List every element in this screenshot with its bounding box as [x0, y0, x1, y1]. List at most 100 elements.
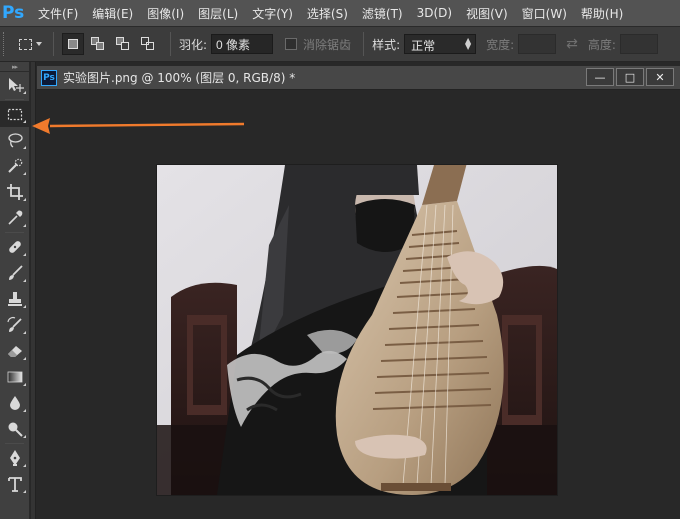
- clone-stamp-tool[interactable]: [0, 286, 30, 312]
- pen-tool[interactable]: [0, 445, 30, 471]
- swap-arrows-icon[interactable]: ⇄: [566, 36, 578, 52]
- photo-illustration: [157, 165, 557, 495]
- subtract-from-selection-button[interactable]: [112, 33, 134, 55]
- maximize-button[interactable]: □: [616, 68, 644, 86]
- canvas-area[interactable]: [37, 91, 680, 519]
- window-controls: — □ ✕: [584, 68, 674, 86]
- lasso-tool[interactable]: [0, 127, 30, 153]
- menu-filter[interactable]: 滤镜(T): [362, 5, 403, 22]
- style-label: 样式:: [372, 37, 401, 52]
- intersect-selection-icon: [141, 37, 155, 51]
- style-select-value: 正常: [411, 39, 436, 53]
- width-label: 宽度:: [486, 37, 515, 52]
- tool-group-indicator: [23, 490, 26, 493]
- divider: [5, 443, 24, 444]
- tool-group-indicator: [23, 435, 26, 438]
- move-icon: [9, 78, 24, 92]
- history-brush-tool[interactable]: [0, 312, 30, 338]
- ps-document-icon: Ps: [41, 69, 57, 86]
- eyedropper-icon: [8, 210, 23, 225]
- tool-group-indicator: [23, 464, 26, 467]
- annotation-arrow: [32, 118, 245, 134]
- tools-collapse-handle[interactable]: ▸▸: [0, 62, 29, 72]
- menu-select[interactable]: 选择(S): [307, 5, 348, 22]
- intersect-selection-button[interactable]: [137, 33, 159, 55]
- tool-group-indicator: [23, 120, 26, 123]
- eyedropper-tool[interactable]: [0, 205, 30, 231]
- rectangular-marquee-icon: [7, 108, 23, 121]
- menu-edit[interactable]: 编辑(E): [92, 5, 133, 22]
- height-input[interactable]: [619, 34, 658, 54]
- new-selection-button[interactable]: [62, 33, 84, 55]
- menu-window[interactable]: 窗口(W): [522, 5, 567, 22]
- width-input[interactable]: [518, 34, 557, 54]
- tool-group-indicator: [23, 383, 26, 386]
- menu-help[interactable]: 帮助(H): [581, 5, 623, 22]
- tool-group-indicator: [23, 357, 26, 360]
- document-tab[interactable]: Ps 实验图片.png @ 100% (图层 0, RGB/8) * — □ ✕: [37, 66, 680, 90]
- tool-group-indicator: [23, 279, 26, 282]
- tools-panel: ▸▸: [0, 62, 30, 519]
- add-to-selection-button[interactable]: [87, 33, 109, 55]
- options-bar: 羽化: 消除锯齿 样式: 正常 ▲▼ 宽度: ⇄ 高度:: [0, 26, 680, 62]
- divider: [5, 232, 24, 233]
- eraser-icon: [8, 346, 22, 357]
- lasso-icon: [8, 133, 23, 148]
- brush-tool[interactable]: [0, 260, 30, 286]
- menu-bar: Ps 文件(F) 编辑(E) 图像(I) 图层(L) 文字(Y) 选择(S) 滤…: [0, 0, 680, 26]
- bandage-icon: [9, 241, 21, 253]
- tool-preset-picker[interactable]: [15, 33, 45, 55]
- feather-label: 羽化:: [179, 37, 208, 52]
- menu-3d[interactable]: 3D(D): [417, 6, 452, 20]
- menu-view[interactable]: 视图(V): [466, 5, 508, 22]
- up-down-arrows-icon: ▲ ▼: [464, 36, 472, 51]
- antialias-label: 消除锯齿: [303, 37, 352, 52]
- tool-group-indicator: [23, 91, 26, 94]
- quick-selection-tool[interactable]: [0, 153, 30, 179]
- gradient-tool[interactable]: [0, 364, 30, 390]
- type-icon: [8, 477, 22, 492]
- menu-layer[interactable]: 图层(L): [198, 5, 238, 22]
- divider: [53, 32, 54, 56]
- style-select[interactable]: 正常 ▲ ▼: [404, 34, 477, 54]
- dodge-tool[interactable]: [0, 416, 30, 442]
- menu-image[interactable]: 图像(I): [147, 5, 184, 22]
- pen-nib-icon: [10, 450, 20, 466]
- antialias-checkbox[interactable]: [285, 38, 298, 50]
- stamp-icon: [8, 292, 22, 306]
- tool-group-indicator: [23, 172, 26, 175]
- minimize-button[interactable]: —: [586, 68, 614, 86]
- new-selection-icon: [68, 39, 78, 49]
- blur-tool[interactable]: [0, 390, 30, 416]
- eraser-tool[interactable]: [0, 338, 30, 364]
- menu-type[interactable]: 文字(Y): [252, 5, 293, 22]
- healing-brush-tool[interactable]: [0, 234, 30, 260]
- brush-icon: [9, 265, 23, 280]
- document-image[interactable]: [157, 165, 557, 495]
- menu-file[interactable]: 文件(F): [38, 5, 78, 22]
- history-brush-icon: [7, 316, 22, 332]
- marquee-preset-icon: [18, 38, 32, 50]
- quick-selection-icon: [8, 158, 23, 173]
- close-button[interactable]: ✕: [646, 68, 674, 86]
- tool-group-indicator: [23, 331, 26, 334]
- feather-input[interactable]: [211, 34, 274, 54]
- tool-group-indicator: [23, 198, 26, 201]
- crop-icon: [7, 184, 23, 200]
- photoshop-logo: Ps: [2, 3, 25, 23]
- height-label: 高度:: [587, 37, 616, 52]
- options-grip[interactable]: [3, 32, 9, 56]
- document-title: 实验图片.png @ 100% (图层 0, RGB/8) *: [63, 71, 296, 85]
- marquee-tool[interactable]: [0, 101, 30, 127]
- tool-group-indicator: [23, 409, 26, 412]
- move-tool[interactable]: [0, 72, 30, 98]
- water-drop-icon: [10, 396, 20, 410]
- tool-group-indicator: [23, 305, 26, 308]
- dodge-icon: [8, 422, 23, 437]
- gradient-icon: [7, 371, 23, 383]
- add-selection-icon: [91, 37, 105, 51]
- type-tool[interactable]: [0, 471, 30, 497]
- tool-group-indicator: [23, 146, 26, 149]
- crop-tool[interactable]: [0, 179, 30, 205]
- subtract-selection-icon: [116, 37, 130, 51]
